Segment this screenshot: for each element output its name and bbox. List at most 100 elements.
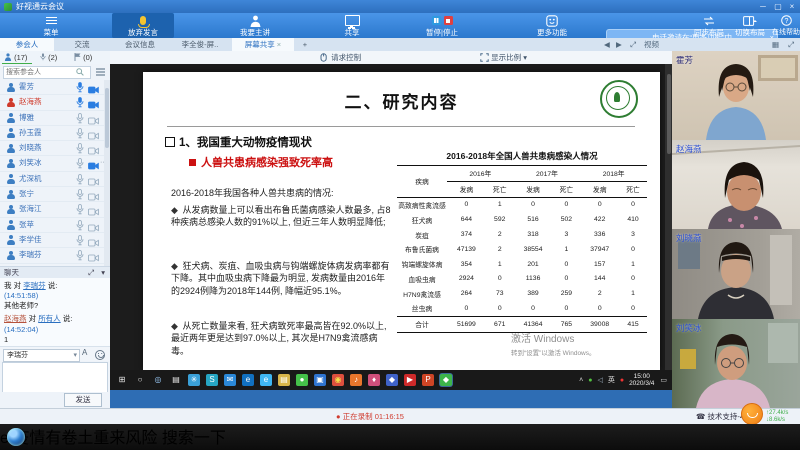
video-feed[interactable]: 刘笑冰 [672, 319, 800, 408]
mic-icon[interactable] [76, 235, 84, 249]
participant-row[interactable]: 李瑞芬 [0, 248, 104, 263]
mic-icon[interactable] [76, 143, 84, 157]
mic-icon[interactable] [76, 189, 84, 203]
mic-icon[interactable] [76, 174, 84, 188]
video-feed[interactable]: 刘晓燕 [672, 229, 800, 319]
recipient-select[interactable]: 李瑞芬▾ [3, 349, 80, 362]
participant-row[interactable]: 赵海燕 [0, 95, 104, 110]
share-view-scrollbar[interactable] [665, 64, 672, 370]
start-button[interactable] [7, 428, 25, 446]
search-icon[interactable]: ○ [134, 374, 146, 386]
tab-participants[interactable]: 参会人 [0, 38, 54, 51]
tray-green-icon[interactable]: ● [588, 377, 592, 384]
start-icon[interactable]: ⊞ [116, 374, 128, 386]
participant-row[interactable]: 张海江 [0, 202, 104, 217]
explorer-icon[interactable]: ▤ [278, 374, 290, 386]
video-feed[interactable]: 赵海燕 [672, 140, 800, 229]
tray-volume-icon[interactable]: ◁ [597, 376, 602, 384]
participant-row[interactable]: 尤深机 [0, 172, 104, 187]
filter-mic[interactable]: (2) [40, 51, 57, 64]
tab-meeting-info[interactable]: 会议信息 [112, 38, 168, 51]
give-up-speaking-button[interactable]: 放弃发言 [112, 13, 174, 38]
participant-row[interactable]: 张苹 [0, 218, 104, 233]
tab-screen-share[interactable]: 屏幕共享× [232, 38, 294, 51]
red-app-icon[interactable]: ▶ [404, 374, 416, 386]
mic-icon[interactable] [76, 97, 84, 111]
tab-presenter-share[interactable]: 李全俊-屏.. [170, 38, 230, 51]
send-button[interactable]: 发送 [64, 393, 102, 407]
stop-icon[interactable] [444, 16, 453, 25]
switch-layout-button[interactable]: 切换布局 [730, 13, 770, 38]
search-go-button[interactable]: 搜索一下 [162, 430, 226, 447]
photos-icon[interactable]: ▣ [314, 374, 326, 386]
close-button[interactable]: × [785, 0, 799, 13]
hot-search-text[interactable]: 疫情有卷土重来风险 [13, 430, 157, 447]
mic-icon[interactable] [76, 128, 84, 142]
mic-icon[interactable] [76, 250, 84, 264]
mail-icon[interactable]: ✉ [224, 374, 236, 386]
participant-row[interactable]: 张宁 [0, 187, 104, 202]
pause-stop-button[interactable]: 暂停|停止 [410, 13, 474, 38]
search-icon[interactable] [76, 68, 84, 76]
filter-flag[interactable]: (0) [74, 51, 92, 64]
menu-button[interactable]: 菜单 [28, 13, 74, 38]
chat-recipient-link[interactable]: 所有人 [38, 314, 61, 323]
mic-icon[interactable] [76, 158, 84, 172]
request-control-button[interactable]: 请求控制 [320, 51, 361, 64]
action-center-icon[interactable]: ▭ [660, 376, 667, 384]
participant-row[interactable]: 刘笑冰··· [0, 156, 104, 171]
participant-row[interactable]: 孙玉霞 [0, 126, 104, 141]
participant-row[interactable]: 李学佳 [0, 233, 104, 248]
minimize-button[interactable]: ─ [756, 0, 770, 13]
participant-row[interactable]: 霍芳 [0, 80, 104, 95]
video-grid-icon[interactable]: ▦ [772, 38, 779, 51]
tray-red-icon[interactable]: ● [620, 377, 624, 384]
video-expand-icon[interactable]: ⤢ [788, 38, 794, 51]
video-prev-icon[interactable]: ◀ [604, 38, 610, 51]
more-functions-button[interactable]: 更多功能 [524, 13, 580, 38]
pink-app-icon[interactable]: ♦ [368, 374, 380, 386]
online-help-button[interactable]: ? 在线帮助 [772, 13, 800, 38]
chat-input[interactable] [2, 362, 108, 394]
taskbar-search-box[interactable]: e 疫情有卷土重来风险 搜索一下 [0, 424, 800, 448]
haoshitong-icon[interactable]: ◆ [440, 374, 452, 386]
chat-recipient-link[interactable]: 李瑞芬 [23, 281, 46, 290]
mic-icon[interactable] [76, 204, 84, 218]
list-view-icon[interactable] [96, 68, 105, 76]
cortana-icon[interactable]: ◎ [152, 374, 164, 386]
wechat-icon[interactable]: ● [296, 374, 308, 386]
orange-app-icon[interactable]: ♪ [350, 374, 362, 386]
mic-icon[interactable] [76, 113, 84, 127]
mic-icon[interactable] [76, 82, 84, 96]
powerpoint-icon[interactable]: P [422, 374, 434, 386]
participant-row[interactable]: 博雅 [0, 111, 104, 126]
pause-icon[interactable] [432, 16, 441, 25]
ie-icon[interactable]: e [260, 374, 272, 386]
support-mascot-icon[interactable] [741, 403, 763, 425]
video-popout-icon[interactable]: ⤢ [630, 38, 636, 51]
tab-chat[interactable]: 交流 [55, 38, 109, 51]
maximize-button[interactable]: ▢ [771, 0, 785, 13]
tray-up-arrow-icon[interactable]: ˄ [579, 377, 583, 384]
pinwheel-app-icon[interactable]: ✳ [188, 374, 200, 386]
emoji-icon[interactable] [95, 350, 105, 360]
tab-close-icon[interactable]: × [277, 40, 281, 49]
chrome-icon[interactable]: ◉ [332, 374, 344, 386]
share-button[interactable]: 共享 [328, 13, 376, 38]
shared-taskbar-clock[interactable]: 15:00 2020/3/4 [629, 373, 654, 387]
become-presenter-button[interactable]: 我要主讲 [224, 13, 286, 38]
video-feed[interactable]: 霍芳 [672, 51, 800, 140]
participant-row[interactable]: 刘晓燕 [0, 141, 104, 156]
store-icon[interactable]: S [206, 374, 218, 386]
task-view-icon[interactable]: ▤ [170, 374, 182, 386]
blue-app-icon[interactable]: ◆ [386, 374, 398, 386]
tray-language-indicator[interactable]: 英 [608, 375, 615, 385]
edge-icon[interactable]: e [242, 374, 254, 386]
mic-icon[interactable] [76, 220, 84, 234]
tab-add[interactable]: + [298, 38, 312, 51]
font-style-icon[interactable]: A [82, 348, 87, 357]
chat-sender-link[interactable]: 赵海燕 [4, 314, 27, 323]
sync-layout-button[interactable]: 同步布局 [690, 13, 728, 38]
display-ratio-dropdown[interactable]: 显示比例 ▾ [480, 51, 527, 64]
video-next-icon[interactable]: ▶ [616, 38, 622, 51]
